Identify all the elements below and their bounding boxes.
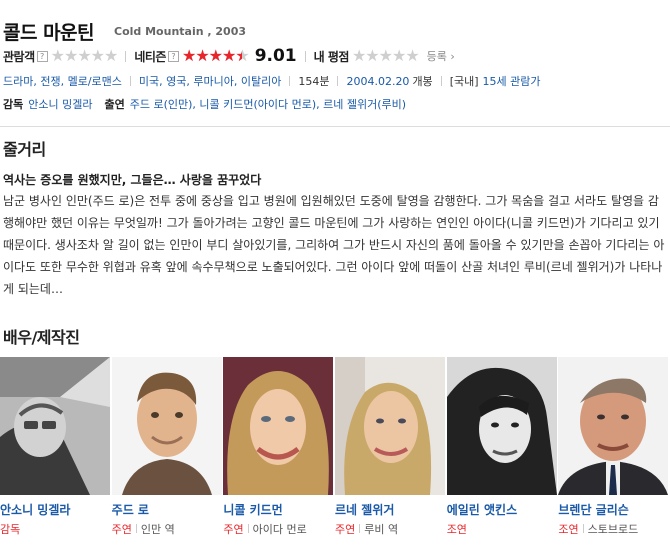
movie-title: 콜드 마운틴 [3,22,95,44]
netizen-stars: ★★★★★ ★★★★★ [181,46,250,65]
person-card[interactable]: 르네 젤위거 주연 루비 역 [335,357,447,537]
person-role: 주연 [335,523,356,536]
netizen-score: 9.01 [254,46,297,66]
release-date-link[interactable]: 2004.02.20 [346,75,409,88]
person-character: 스토브로드 [587,523,639,536]
credits-row: 감독 안소니 밍겔라 출연 주드 로(인만), 니콜 키드먼(아이다 먼로), … [3,96,418,112]
person-character: 인만 역 [140,523,175,536]
runtime: 154분 [298,75,330,88]
help-icon[interactable]: ? [167,50,179,62]
person-name[interactable]: 안소니 밍겔라 [0,501,112,517]
rating-row: 관람객 ? ★★★★★★★★★★ 네티즌 ? ★★★★★★★★★★ 9.01 내… [3,46,455,66]
audience-stars: ★★★★★★★★★★ [50,46,119,65]
person-role: 조연 [558,523,579,536]
my-rating-stars[interactable]: ★★★★★★★★★★ [352,48,420,64]
country-link[interactable]: 미국, 영국, 루마니아, 이탈리아 [139,73,281,89]
cast-label: 출연 [104,98,125,111]
netizen-rating-label: 네티즌 [134,49,166,64]
person-card[interactable]: 니콜 키드먼 주연 아이다 먼로 [223,357,335,537]
person-card[interactable]: 에일린 앳킨스 조연 [446,357,559,537]
person-card[interactable]: 주드 로 주연 인만 역 [111,357,224,537]
person-photo[interactable] [111,357,222,495]
person-photo[interactable] [446,357,557,495]
person-role: 주연 [111,523,132,536]
person-name[interactable]: 니콜 키드먼 [223,501,335,517]
cast-link[interactable]: 주드 로(인만), 니콜 키드먼(아이다 먼로), 르네 젤위거(루비) [130,96,406,112]
person-role: 주연 [223,523,244,536]
synopsis-tagline: 역사는 증오를 원했지만, 그들은… 사랑을 꿈꾸었다 [3,173,262,187]
person-photo[interactable] [558,357,669,495]
genre-link[interactable]: 드라마, 전쟁, 멜로/로맨스 [3,73,122,89]
crew-heading: 배우/제작진 [3,328,80,347]
person-photo[interactable] [335,357,446,495]
divider [0,126,670,127]
synopsis-heading: 줄거리 [3,140,46,159]
director-link[interactable]: 안소니 밍겔라 [28,96,92,112]
person-name[interactable]: 브렌단 글리슨 [558,501,670,517]
my-rating-label: 내 평점 [313,49,350,64]
person-photo[interactable] [0,357,110,495]
register-rating-link[interactable]: 등록 › [427,48,455,64]
person-role: 조연 [446,523,467,536]
person-role: 감독 [0,523,21,536]
cast-list: 안소니 밍겔라 감독 주드 로 주연 인만 역 니콜 키드먼 주연 아이다 먼로… [0,357,670,537]
audience-rating-label: 관람객 [3,49,35,64]
age-rating-link[interactable]: 15세 관람가 [483,73,541,89]
help-icon[interactable]: ? [36,50,48,62]
person-card[interactable]: 브렌단 글리슨 조연 스토브로드 [558,357,670,537]
person-character: 루비 역 [364,523,399,536]
person-card[interactable]: 안소니 밍겔라 감독 [0,357,112,537]
movie-title-en: Cold Mountain , 2003 [114,25,247,38]
person-photo[interactable] [223,357,334,495]
divider [304,50,306,62]
movie-meta: 드라마, 전쟁, 멜로/로맨스 미국, 영국, 루마니아, 이탈리아 154분 … [3,73,541,89]
person-name[interactable]: 주드 로 [112,501,224,517]
rating-prefix: [국내] [449,75,479,88]
person-name[interactable]: 르네 젤위거 [335,501,447,517]
director-label: 감독 [3,98,24,111]
person-name[interactable]: 에일린 앳킨스 [447,501,559,517]
divider [125,50,127,62]
release-suffix: 개봉 [412,75,433,88]
synopsis-body: 남군 병사인 인만(주드 로)은 전투 중에 중상을 입고 병원에 입원해있던 … [3,194,665,296]
person-character: 아이다 먼로 [252,523,307,536]
